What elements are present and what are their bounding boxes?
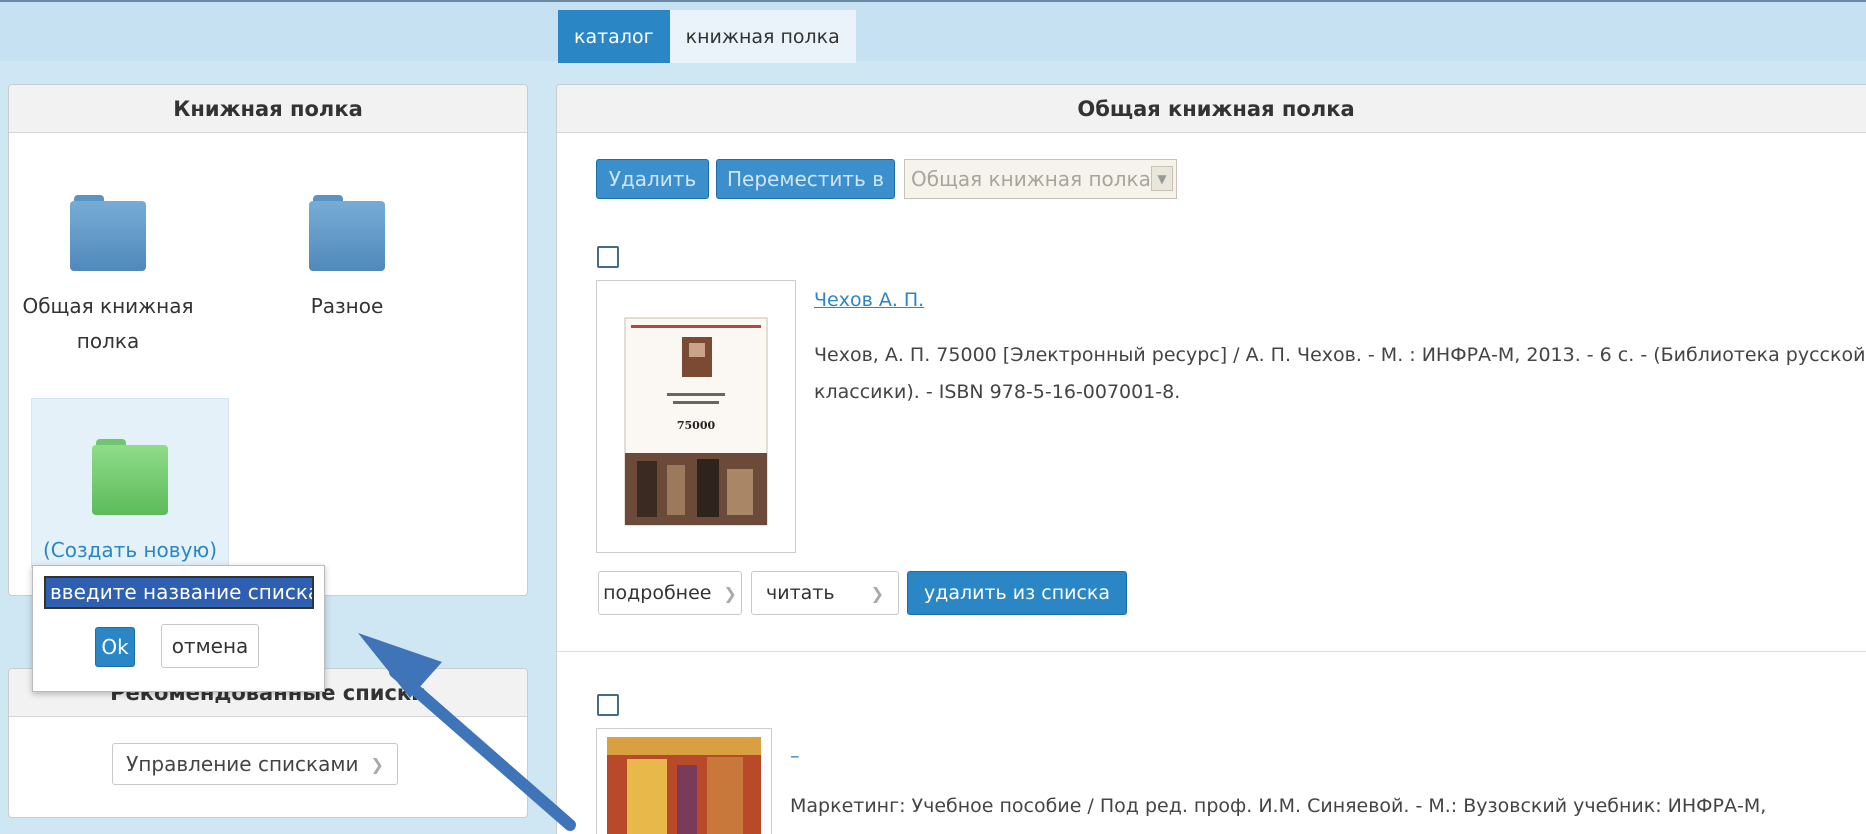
bookshelf-panel: Книжная полка Общая книжная полка Разное… — [8, 84, 528, 596]
details-button[interactable]: подробнее ❯ — [598, 571, 742, 615]
move-target-value: Общая книжная полка — [911, 167, 1151, 191]
book-cover[interactable]: 75000 — [596, 280, 796, 553]
create-new-label: (Создать новую) — [42, 538, 218, 562]
read-label: читать — [766, 582, 835, 604]
folder-icon — [70, 195, 146, 271]
book-author-link[interactable]: Чехов А. П. — [814, 289, 924, 311]
folder-label: Разное — [310, 294, 384, 318]
details-label: подробнее — [603, 582, 712, 604]
folder-misc[interactable]: Разное — [248, 195, 446, 324]
book-author-link[interactable]: – — [790, 745, 800, 767]
list-name-input[interactable]: введите название списка — [44, 576, 314, 609]
tab-bookshelf[interactable]: книжная полка — [669, 10, 856, 63]
general-bookshelf-panel: Общая книжная полка Удалить Переместить … — [556, 84, 1866, 834]
top-bar: каталог книжная полка — [0, 0, 1866, 63]
remove-from-list-button[interactable]: удалить из списка — [907, 571, 1127, 615]
chevron-down-icon: ▼ — [1151, 166, 1173, 191]
delete-button[interactable]: Удалить — [596, 159, 709, 199]
cancel-button[interactable]: отмена — [161, 624, 259, 668]
ok-button[interactable]: Ok — [95, 627, 135, 667]
book-divider — [557, 651, 1866, 652]
cover-number: 75000 — [677, 419, 716, 432]
main-panel-title: Общая книжная полка — [557, 85, 1866, 133]
chevron-right-icon: ❯ — [870, 583, 884, 603]
manage-lists-label: Управление списками — [126, 752, 359, 776]
create-new-folder[interactable]: (Создать новую) — [31, 398, 229, 568]
chevron-right-icon: ❯ — [723, 583, 737, 603]
book-checkbox[interactable] — [597, 246, 619, 268]
folder-general-shelf[interactable]: Общая книжная полка — [9, 195, 207, 359]
read-button[interactable]: читать ❯ — [751, 571, 899, 615]
book-description: Маркетинг: Учебное пособие / Под ред. пр… — [790, 795, 1767, 817]
new-list-popup: введите название списка Ok отмена — [32, 565, 325, 692]
folder-label: Общая книжная полка — [22, 294, 194, 353]
move-to-button[interactable]: Переместить в — [716, 159, 895, 199]
book-description: Чехов, А. П. 75000 [Электронный ресурс] … — [814, 344, 1866, 403]
book-cover[interactable] — [596, 728, 772, 834]
book-checkbox[interactable] — [597, 694, 619, 716]
manage-lists-button[interactable]: Управление списками ❯ — [112, 743, 398, 785]
book-cover-image: 75000 — [624, 317, 768, 526]
chevron-right-icon: ❯ — [370, 754, 384, 774]
folder-plus-icon — [92, 439, 168, 515]
bookshelf-panel-title: Книжная полка — [9, 85, 527, 133]
tab-catalog[interactable]: каталог — [558, 10, 670, 63]
tab-bar: каталог книжная полка — [558, 10, 856, 63]
folder-icon — [309, 195, 385, 271]
move-target-select[interactable]: Общая книжная полка ▼ — [904, 159, 1177, 199]
book-cover-image — [607, 737, 761, 834]
